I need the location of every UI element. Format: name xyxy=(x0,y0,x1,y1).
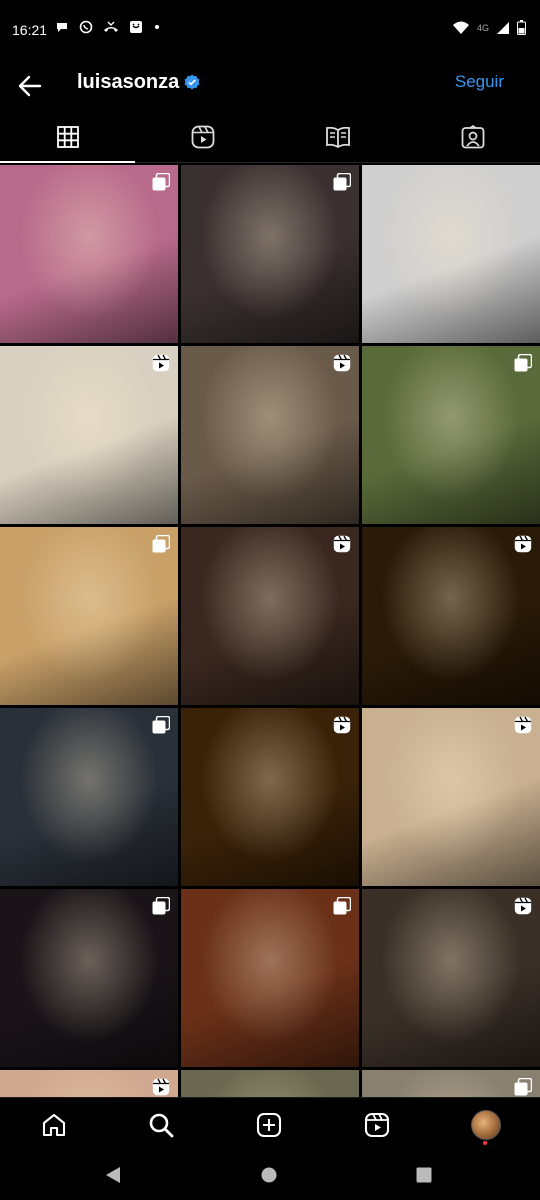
reel-badge-icon xyxy=(514,716,532,734)
post-thumbnail[interactable] xyxy=(181,346,359,524)
reel-badge xyxy=(514,535,532,558)
multiple-photos-icon xyxy=(514,1077,533,1096)
post-thumbnail[interactable] xyxy=(362,527,540,705)
post-thumbnail[interactable] xyxy=(0,527,178,705)
search-icon xyxy=(149,1113,174,1138)
reel-badge xyxy=(333,716,351,739)
reel-badge xyxy=(333,535,351,558)
multiple-photos-icon xyxy=(333,172,352,191)
whatsapp-icon xyxy=(79,20,93,34)
post-thumbnail[interactable] xyxy=(181,165,359,343)
missed-call-icon xyxy=(104,21,118,32)
verified-badge-icon xyxy=(184,74,200,90)
battery-icon xyxy=(517,20,526,35)
post-thumbnail[interactable] xyxy=(362,165,540,343)
tagged-person-icon xyxy=(461,125,484,149)
dot-icon xyxy=(155,25,159,29)
post-thumbnail[interactable] xyxy=(362,1070,540,1097)
post-thumbnail[interactable] xyxy=(181,527,359,705)
nav-search[interactable] xyxy=(146,1110,176,1140)
post-thumbnail[interactable] xyxy=(181,1070,359,1097)
post-thumbnail[interactable] xyxy=(362,346,540,524)
reel-badge-icon xyxy=(514,897,532,915)
reel-badge-icon xyxy=(333,535,351,553)
system-indicators: 4G xyxy=(452,20,526,35)
guide-book-icon xyxy=(325,126,350,148)
back-arrow-icon[interactable] xyxy=(14,70,46,102)
notification-dot xyxy=(483,1141,487,1145)
multiple-photos-icon xyxy=(152,172,171,191)
multiple-photos-icon xyxy=(514,353,533,372)
tab-tagged[interactable] xyxy=(405,112,540,162)
reels-icon xyxy=(364,1112,390,1138)
back-triangle-icon[interactable] xyxy=(104,1165,122,1185)
reel-badge xyxy=(514,716,532,739)
carousel-badge xyxy=(152,715,171,739)
multiple-photos-icon xyxy=(152,534,171,553)
follow-button[interactable]: Seguir xyxy=(455,72,504,92)
recents-square-icon[interactable] xyxy=(416,1167,432,1183)
notification-icons xyxy=(55,20,161,34)
post-thumbnail[interactable] xyxy=(0,165,178,343)
multiple-photos-icon xyxy=(152,715,171,734)
reel-badge-icon xyxy=(514,535,532,553)
signal-icon xyxy=(497,21,509,34)
profile-tabs xyxy=(0,112,540,163)
post-thumbnail[interactable] xyxy=(181,708,359,886)
profile-avatar xyxy=(471,1110,501,1140)
messenger-icon xyxy=(130,21,142,33)
nav-reels[interactable] xyxy=(362,1110,392,1140)
home-icon xyxy=(42,1113,66,1137)
post-thumbnail[interactable] xyxy=(362,889,540,1067)
reel-badge xyxy=(152,1078,170,1097)
reel-badge xyxy=(514,897,532,920)
wifi-icon xyxy=(452,21,469,34)
post-thumbnail[interactable] xyxy=(181,889,359,1067)
post-thumbnail[interactable] xyxy=(0,1070,178,1097)
carousel-badge xyxy=(152,896,171,920)
nav-home[interactable] xyxy=(39,1110,69,1140)
post-thumbnail[interactable] xyxy=(0,708,178,886)
status-time: 16:21 xyxy=(12,22,48,38)
bottom-navigation xyxy=(0,1097,540,1154)
reel-badge-icon xyxy=(333,716,351,734)
carousel-badge xyxy=(333,172,352,196)
carousel-badge xyxy=(152,534,171,558)
status-bar: 16:21 4G xyxy=(0,0,540,62)
chat-bubble-icon xyxy=(57,23,67,32)
reel-badge xyxy=(152,354,170,377)
network-type: 4G xyxy=(476,22,489,33)
grid-icon xyxy=(56,126,79,148)
profile-username: luisasonza xyxy=(77,71,180,93)
reel-badge-icon xyxy=(333,354,351,372)
reel-badge-icon xyxy=(152,354,170,372)
post-thumbnail[interactable] xyxy=(362,708,540,886)
carousel-badge xyxy=(514,353,533,377)
reel-badge xyxy=(333,354,351,377)
profile-header: luisasonza Seguir xyxy=(0,62,540,110)
android-navigation-bar xyxy=(0,1153,540,1200)
carousel-badge xyxy=(152,172,171,196)
reel-badge-icon xyxy=(152,1078,170,1096)
carousel-badge xyxy=(333,896,352,920)
posts-grid xyxy=(0,165,540,1097)
post-thumbnail[interactable] xyxy=(0,346,178,524)
carousel-badge xyxy=(514,1077,533,1097)
tab-guides[interactable] xyxy=(270,112,405,162)
nav-create[interactable] xyxy=(254,1110,284,1140)
create-icon xyxy=(256,1112,282,1138)
reels-icon xyxy=(191,125,214,149)
home-circle-icon[interactable] xyxy=(261,1167,277,1183)
tab-grid[interactable] xyxy=(0,112,135,163)
nav-profile[interactable] xyxy=(471,1110,501,1145)
post-thumbnail[interactable] xyxy=(0,889,178,1067)
multiple-photos-icon xyxy=(152,896,171,915)
tab-reels[interactable] xyxy=(135,112,270,162)
multiple-photos-icon xyxy=(333,896,352,915)
